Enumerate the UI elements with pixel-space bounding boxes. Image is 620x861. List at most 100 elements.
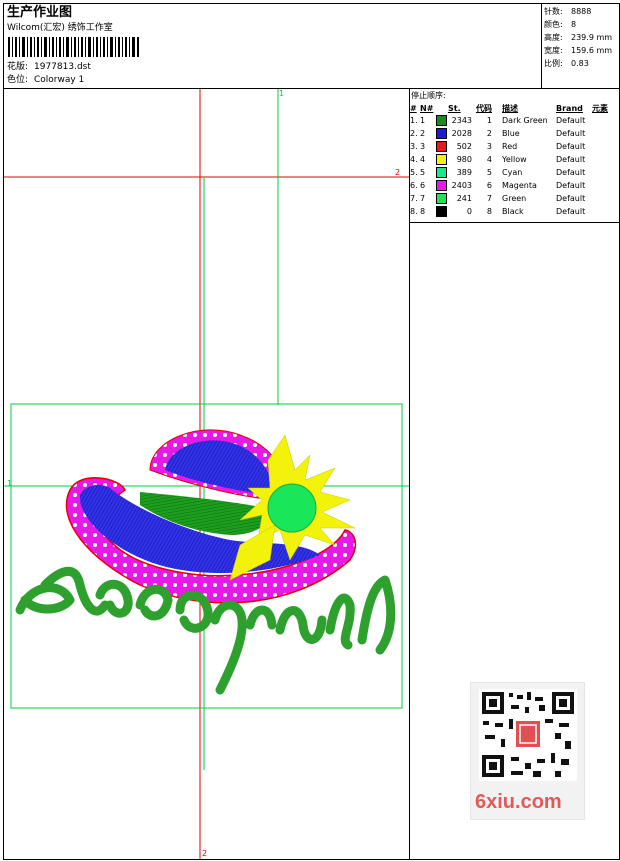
row-description: Dark Green: [502, 116, 548, 125]
barcode-image: [8, 37, 139, 57]
row-brand: Default: [556, 207, 586, 216]
row-needle: 3: [420, 142, 426, 151]
colors-label: 颜色:: [544, 20, 563, 29]
row-stitches: 2343: [451, 116, 472, 125]
hat-design: [65, 429, 357, 604]
scale-value: 0.83: [571, 59, 589, 68]
col-desc-header: 描述: [502, 103, 518, 113]
width-value: 159.6 mm: [571, 46, 613, 55]
row-description: Red: [502, 142, 518, 151]
row-code: 2: [486, 129, 492, 138]
row-index: 6.: [410, 181, 418, 190]
col-brand-header: Brand: [556, 103, 583, 113]
color-swatch-box: [436, 141, 447, 152]
row-brand: Default: [556, 168, 586, 177]
row-index: 2.: [410, 129, 418, 138]
color-swatch-box: [436, 115, 447, 126]
row-stitches: 980: [456, 155, 472, 164]
col-needle-header: N#: [420, 103, 434, 113]
row-stitches: 389: [456, 168, 472, 177]
row-stitches: 0: [466, 207, 472, 216]
row-brand: Default: [556, 181, 586, 190]
guide-label-left: 1: [7, 479, 12, 488]
row-stitches: 2028: [451, 129, 472, 138]
row-needle: 4: [420, 155, 426, 164]
colorway-value: Colorway 1: [34, 75, 85, 85]
row-element: [592, 166, 620, 179]
row-brand: Default: [556, 129, 586, 138]
row-index: 3.: [410, 142, 418, 151]
row-index: 5.: [410, 168, 418, 177]
row-index: 8.: [410, 207, 418, 216]
row-element: [592, 114, 620, 127]
table-row: 6. 6 2403 6 Magenta Default: [410, 179, 620, 192]
color-swatch-box: [436, 128, 447, 139]
row-code: 8: [486, 207, 492, 216]
row-code: 3: [486, 142, 492, 151]
row-index: 7.: [410, 194, 418, 203]
row-element: [592, 127, 620, 140]
guide-label-bottom: 2: [202, 849, 207, 858]
color-swatch: [436, 166, 448, 179]
qr-code-image: [479, 689, 577, 781]
row-brand: Default: [556, 194, 586, 203]
color-swatch-box: [436, 206, 447, 217]
row-code: 4: [486, 155, 492, 164]
color-swatch-box: [436, 154, 447, 165]
row-needle: 1: [420, 116, 426, 125]
colors-value: 8: [571, 20, 577, 29]
row-description: Yellow: [502, 155, 527, 164]
qr-watermark: 6xiu.com: [470, 682, 585, 820]
row-needle: 7: [420, 194, 426, 203]
guide-label-top: 1: [279, 89, 284, 98]
row-stitches: 502: [456, 142, 472, 151]
pattern-label: 花版:: [7, 62, 29, 72]
row-element: [592, 179, 620, 192]
row-description: Cyan: [502, 168, 523, 177]
row-code: 1: [486, 116, 492, 125]
row-code: 6: [486, 181, 492, 190]
color-swatch: [436, 127, 448, 140]
row-index: 4.: [410, 155, 418, 164]
table-row: 4. 4 980 4 Yellow Default: [410, 153, 620, 166]
color-swatch: [436, 153, 448, 166]
scale-label: 比例:: [544, 59, 563, 68]
color-swatch: [436, 192, 448, 205]
stitches-value: 8888: [571, 7, 592, 16]
color-swatch-box: [436, 180, 447, 191]
color-swatch: [436, 114, 448, 127]
stop-sequence-table: # N# St. 代码 描述 Brand 元素 1. 1 2343 1 Dark Gre…: [410, 102, 620, 218]
row-code: 7: [486, 194, 492, 203]
color-swatch-box: [436, 193, 447, 204]
col-stitches-header: St.: [448, 103, 461, 113]
height-value: 239.9 mm: [571, 33, 613, 42]
row-needle: 8: [420, 207, 426, 216]
col-code-header: 代码: [476, 103, 492, 113]
row-element: [592, 140, 620, 153]
table-row: 8. 8 0 8 Black Default: [410, 205, 620, 218]
height-label: 高度:: [544, 33, 563, 42]
color-swatch: [436, 179, 448, 192]
table-row: 1. 1 2343 1 Dark Green Default: [410, 114, 620, 127]
color-swatch: [436, 205, 448, 218]
row-description: Blue: [502, 129, 520, 138]
row-stitches: 241: [456, 194, 472, 203]
row-needle: 5: [420, 168, 426, 177]
row-needle: 2: [420, 129, 426, 138]
color-swatch-box: [436, 167, 447, 178]
pattern-value: 1977813.dst: [34, 62, 91, 72]
row-description: Magenta: [502, 181, 537, 190]
guide-label-right: 2: [395, 168, 400, 177]
stop-sequence-title: 停止顺序:: [411, 91, 446, 100]
row-element: [592, 192, 620, 205]
row-element: [592, 153, 620, 166]
page-title: 生产作业图: [7, 5, 73, 20]
row-description: Green: [502, 194, 527, 203]
table-header-row: # N# St. 代码 描述 Brand 元素: [410, 102, 620, 114]
table-row: 2. 2 2028 2 Blue Default: [410, 127, 620, 140]
design-canvas: 1 1 2 2: [4, 89, 409, 859]
row-brand: Default: [556, 142, 586, 151]
row-description: Black: [502, 207, 524, 216]
subtitle: Wilcom(汇宏) 绣饰工作室: [7, 23, 113, 33]
watermark-text: 6xiu.com: [475, 791, 562, 813]
